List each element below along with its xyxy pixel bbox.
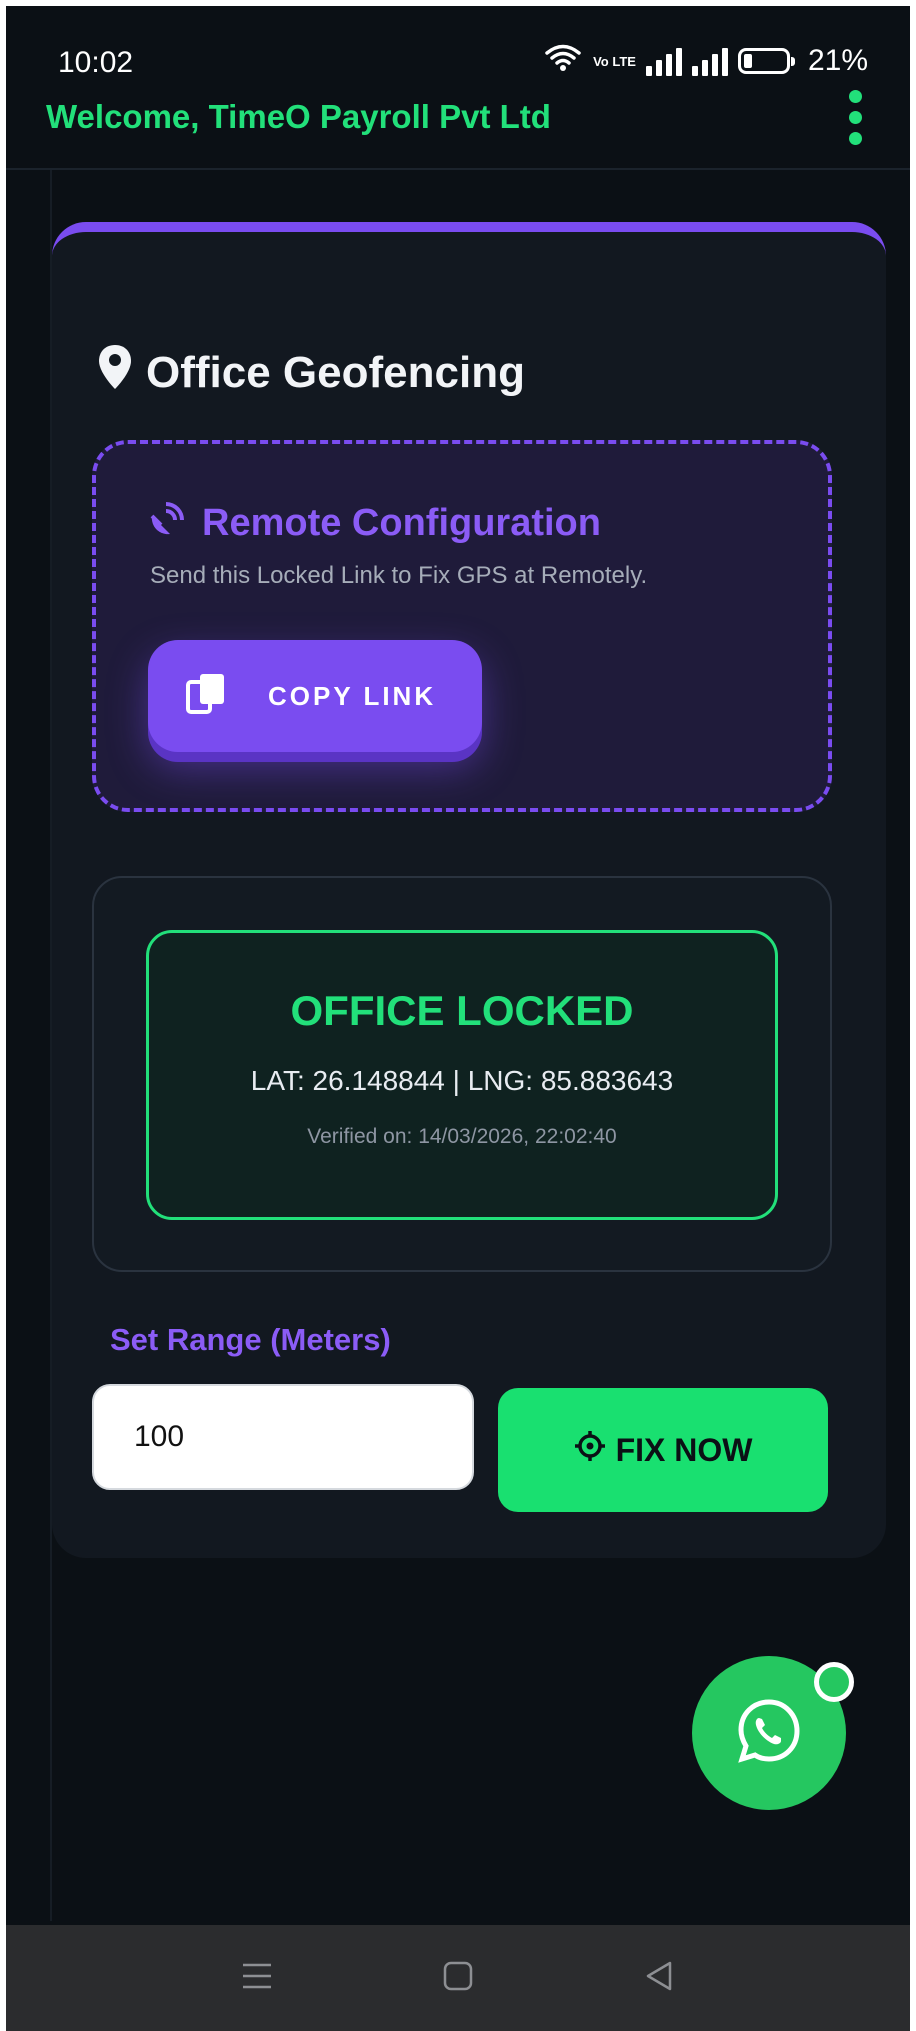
volte-icon: Vo LTE: [593, 53, 636, 69]
remote-title: Remote Configuration: [148, 498, 601, 548]
range-label: Set Range (Meters): [110, 1322, 391, 1357]
wifi-icon: [543, 42, 583, 80]
remote-configuration-panel: Remote Configuration Send this Locked Li…: [92, 440, 832, 812]
home-icon[interactable]: [441, 1959, 475, 1998]
battery-percent: 21%: [807, 44, 868, 77]
coordinates-text: LAT: 26.148844 | LNG: 85.883643: [250, 1065, 674, 1096]
copy-link-label: COPY LINK: [268, 680, 437, 711]
crosshair-icon: [574, 1430, 606, 1470]
signal-icon-1: [645, 46, 682, 76]
office-locked-title: OFFICE LOCKED: [290, 987, 634, 1034]
remote-subtitle: Send this Locked Link to Fix GPS at Remo…: [150, 562, 648, 589]
geofencing-card: Office Geofencing Remote Configuration S…: [52, 222, 886, 1558]
card-title: Office Geofencing: [98, 344, 525, 401]
verified-text: Verified on: 14/03/2026, 22:02:40: [307, 1125, 617, 1148]
back-icon[interactable]: [642, 1959, 676, 1998]
satellite-dish-icon: [148, 498, 188, 548]
fix-now-button[interactable]: FIX NOW: [498, 1388, 828, 1512]
header-divider: [6, 168, 910, 170]
menu-icon[interactable]: [240, 1959, 274, 1998]
location-pin-icon: [98, 344, 132, 401]
whatsapp-icon: [734, 1696, 804, 1771]
welcome-text: Welcome, TimeO Payroll Pvt Ltd: [46, 98, 551, 135]
fix-now-label: FIX NOW: [615, 1431, 753, 1468]
copy-icon: [184, 670, 230, 723]
status-icons: Vo LTE 21%: [543, 42, 868, 80]
remote-title-text: Remote Configuration: [202, 501, 601, 544]
signal-icon-2: [691, 46, 728, 76]
system-nav-bar: [6, 1925, 910, 2031]
range-input[interactable]: [92, 1384, 474, 1490]
copy-link-button[interactable]: COPY LINK: [148, 640, 482, 752]
card-title-text: Office Geofencing: [146, 347, 525, 397]
battery-icon: [737, 48, 795, 74]
whatsapp-fab[interactable]: [692, 1656, 854, 1810]
office-locked-box: OFFICE LOCKED LAT: 26.148844 | LNG: 85.8…: [146, 930, 778, 1220]
status-time: 10:02: [58, 46, 134, 79]
lock-status-panel: OFFICE LOCKED LAT: 26.148844 | LNG: 85.8…: [92, 876, 832, 1272]
notification-dot: [814, 1662, 854, 1702]
phone-screen: 10:02 Vo LTE 21% Welcome, TimeO Payroll …: [6, 6, 910, 2031]
more-menu-icon[interactable]: [849, 90, 862, 145]
